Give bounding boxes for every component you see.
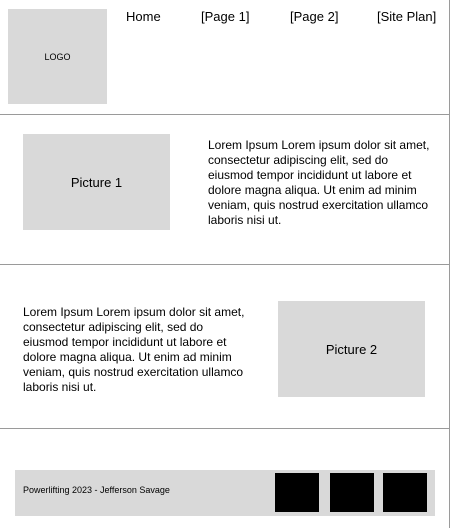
nav-home[interactable]: Home [126, 9, 161, 24]
social-icon-3[interactable] [383, 473, 427, 512]
section-1-text: Lorem Ipsum Lorem ipsum dolor sit amet, … [208, 138, 430, 227]
picture-2-label: Picture 2 [325, 341, 378, 357]
nav-page-2[interactable]: [Page 2] [290, 9, 338, 24]
footer: Powerlifting 2023 - Jefferson Savage [15, 470, 435, 516]
divider-section-1 [0, 264, 449, 265]
divider-header [0, 114, 449, 115]
logo-text: LOGO [44, 51, 71, 62]
nav-page-1[interactable]: [Page 1] [201, 9, 249, 24]
picture-1-label: Picture 1 [70, 174, 123, 190]
social-icon-2[interactable] [330, 473, 374, 512]
nav-site-plan[interactable]: [Site Plan] [377, 9, 436, 24]
picture-1: Picture 1 [23, 134, 170, 230]
section-2-text: Lorem Ipsum Lorem ipsum dolor sit amet, … [23, 305, 245, 394]
divider-section-2 [0, 428, 449, 429]
picture-2: Picture 2 [278, 301, 425, 397]
logo[interactable]: LOGO [8, 9, 107, 104]
social-icon-1[interactable] [275, 473, 319, 512]
footer-text: Powerlifting 2023 - Jefferson Savage [23, 485, 170, 495]
